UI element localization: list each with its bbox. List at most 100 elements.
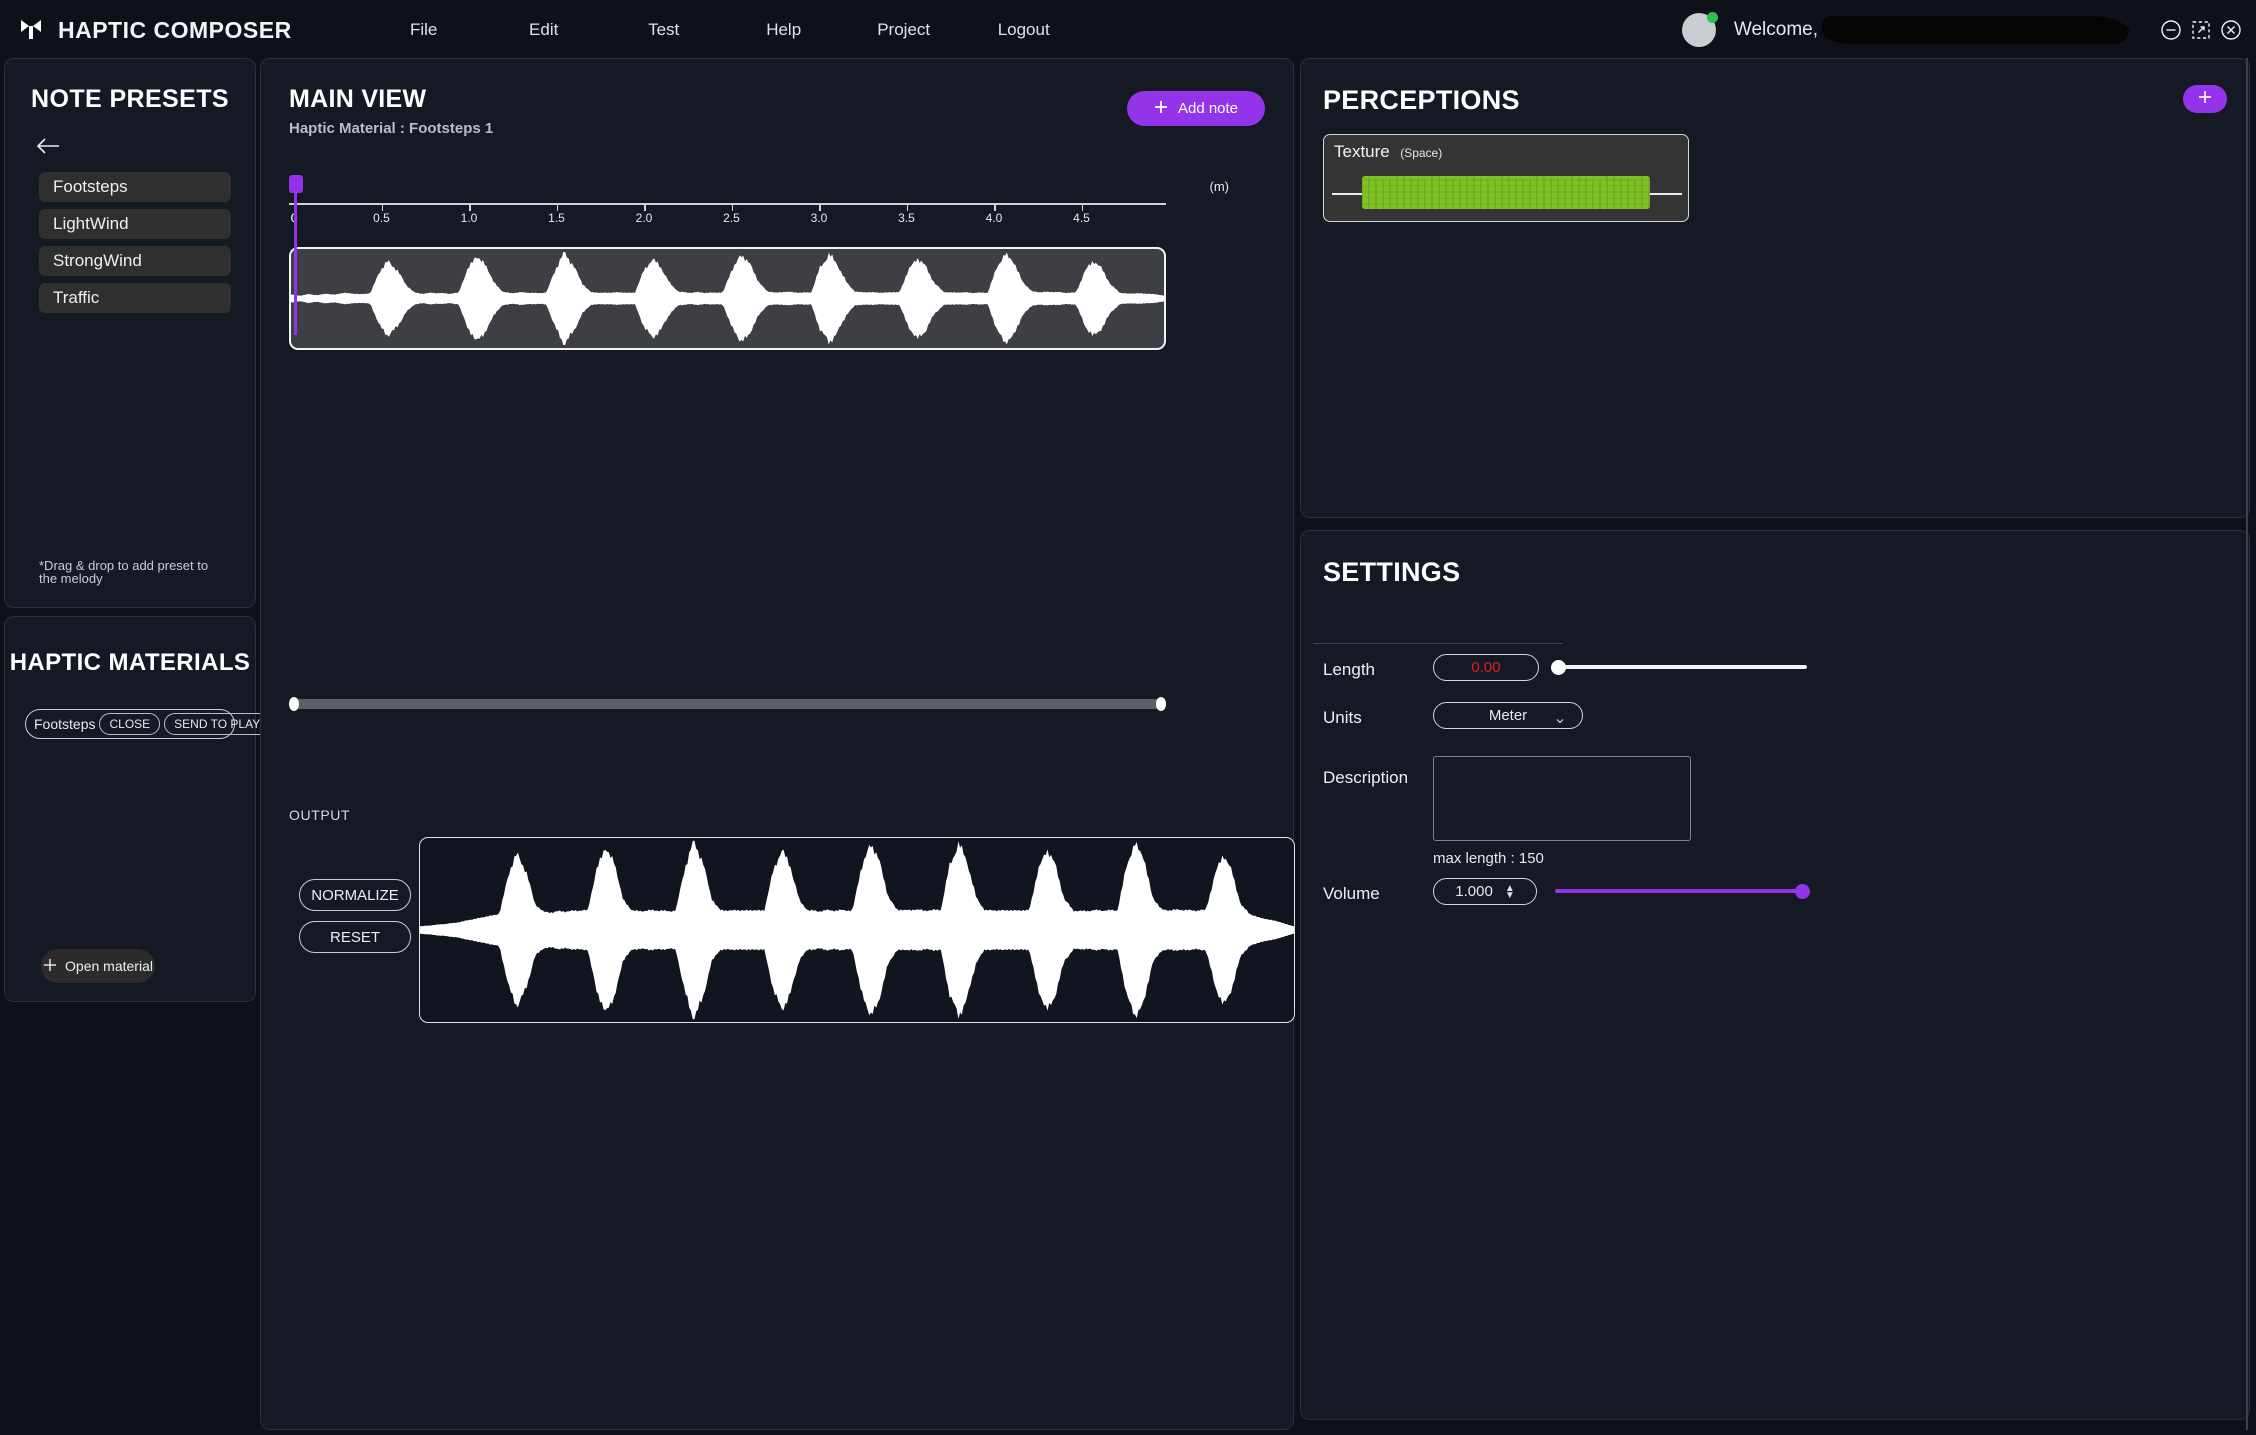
settings-title: SETTINGS bbox=[1323, 557, 1461, 587]
waveform-path bbox=[420, 840, 1294, 1020]
close-icon[interactable] bbox=[2220, 19, 2242, 41]
timeline-ruler[interactable]: 00.51.01.52.02.53.03.54.04.5 (m) 0 bbox=[289, 175, 1265, 335]
output-section-label: OUTPUT bbox=[289, 807, 351, 823]
ruler-tick-label: 4.5 bbox=[1073, 211, 1090, 225]
header-right-cluster: Welcome, bbox=[1681, 0, 2256, 60]
material-name: Footsteps bbox=[34, 716, 96, 732]
ruler-tick bbox=[994, 203, 996, 211]
normalize-button[interactable]: NORMALIZE bbox=[299, 879, 411, 911]
ruler-tick-label: 2.5 bbox=[723, 211, 740, 225]
plus-icon bbox=[43, 958, 57, 975]
welcome-message: Welcome, bbox=[1734, 17, 2124, 43]
haptic-material-row: Footsteps CLOSE SEND TO PLAYER bbox=[25, 709, 287, 739]
ruler-tick bbox=[469, 203, 471, 211]
haptic-materials-panel: HAPTIC MATERIALS Footsteps CLOSE SEND TO… bbox=[4, 616, 287, 1002]
perception-domain: (Space) bbox=[1400, 146, 1443, 160]
ruler-tick bbox=[906, 203, 908, 211]
plus-icon bbox=[1154, 100, 1168, 118]
perception-value-bar[interactable] bbox=[1362, 176, 1650, 209]
left-sidebar: NOTE PRESETS Footsteps LightWind StrongW… bbox=[4, 58, 287, 1002]
main-view-panel: MAIN VIEW Haptic Material : Footsteps 1 … bbox=[260, 58, 1295, 1430]
drag-drop-hint: *Drag & drop to add preset to the melody bbox=[39, 558, 209, 586]
volume-stepper[interactable]: 1.000 ▲ ▼ bbox=[1433, 878, 1537, 905]
perceptions-panel: PERCEPTIONS Texture (Space) bbox=[1300, 58, 2250, 518]
perception-card-texture[interactable]: Texture (Space) bbox=[1323, 134, 1689, 222]
ruler-baseline bbox=[289, 203, 1166, 205]
perceptions-title: PERCEPTIONS bbox=[1323, 85, 1520, 115]
menu-item-file[interactable]: File bbox=[364, 14, 484, 46]
plus-icon bbox=[2197, 89, 2213, 110]
menu-item-test[interactable]: Test bbox=[604, 14, 724, 46]
username-redacted bbox=[1824, 17, 2124, 43]
ruler-tick bbox=[1081, 203, 1083, 211]
ruler-tick-label: 0.5 bbox=[373, 211, 390, 225]
open-material-label: Open material bbox=[65, 958, 153, 974]
volume-slider-track[interactable] bbox=[1555, 889, 1807, 893]
note-presets-title: NOTE PRESETS bbox=[31, 85, 229, 113]
ruler-tick-label: 1.0 bbox=[460, 211, 478, 225]
timeline-zoom-range-slider[interactable] bbox=[289, 697, 1166, 711]
note-preset-strongwind[interactable]: StrongWind bbox=[39, 246, 231, 276]
note-preset-traffic[interactable]: Traffic bbox=[39, 283, 231, 313]
spinner-down-arrow[interactable]: ▼ bbox=[1505, 890, 1515, 900]
units-label: Units bbox=[1323, 708, 1362, 727]
add-note-button[interactable]: Add note bbox=[1127, 91, 1265, 126]
ruler-tick-label: 2.0 bbox=[635, 211, 653, 225]
app-header: HAPTIC COMPOSER File Edit Test Help Proj… bbox=[0, 0, 2256, 60]
spinner-arrows-icon[interactable]: ▲ ▼ bbox=[1505, 883, 1515, 900]
online-status-dot bbox=[1706, 12, 1718, 23]
zoom-slider-track[interactable] bbox=[289, 699, 1166, 709]
avatar[interactable] bbox=[1681, 12, 1718, 47]
main-waveform-display[interactable] bbox=[289, 247, 1166, 350]
main-view-subtitle: Haptic Material : Footsteps 1 bbox=[289, 120, 494, 137]
volume-slider-knob[interactable] bbox=[1795, 884, 1810, 899]
ruler-tick bbox=[731, 203, 733, 211]
menu-item-project[interactable]: Project bbox=[844, 14, 964, 46]
add-perception-button[interactable] bbox=[2183, 85, 2227, 113]
ruler-tick-label: 4.0 bbox=[985, 211, 1003, 225]
ruler-tick-label: 3.5 bbox=[898, 211, 915, 225]
app-title: HAPTIC COMPOSER bbox=[58, 16, 292, 43]
ruler-tick-label: 1.5 bbox=[548, 211, 565, 225]
description-label: Description bbox=[1323, 768, 1409, 787]
chevron-down-icon bbox=[1556, 711, 1564, 728]
right-edge-divider bbox=[2246, 58, 2248, 1430]
output-waveform-display[interactable] bbox=[419, 837, 1295, 1023]
note-preset-lightwind[interactable]: LightWind bbox=[39, 209, 231, 239]
menu-item-edit[interactable]: Edit bbox=[484, 14, 604, 46]
units-select[interactable]: Meter bbox=[1433, 702, 1583, 729]
note-preset-footsteps[interactable]: Footsteps bbox=[39, 172, 231, 202]
length-slider-track[interactable] bbox=[1555, 665, 1807, 669]
ruler-tick bbox=[556, 203, 558, 211]
minimize-icon[interactable] bbox=[2160, 19, 2182, 41]
waveform-path bbox=[291, 251, 1164, 346]
menu-item-help[interactable]: Help bbox=[724, 14, 844, 46]
ruler-tick-label: 3.0 bbox=[810, 211, 828, 225]
reset-button[interactable]: RESET bbox=[299, 921, 411, 953]
length-input[interactable]: 0.00 bbox=[1433, 654, 1539, 681]
units-value: Meter bbox=[1488, 707, 1528, 724]
ruler-unit-label: (m) bbox=[1209, 179, 1230, 194]
description-max-length: max length : 150 bbox=[1433, 850, 1544, 867]
description-textarea[interactable] bbox=[1433, 756, 1691, 841]
ruler-tick bbox=[819, 203, 821, 211]
butterfly-logo-icon bbox=[18, 17, 44, 43]
volume-label: Volume bbox=[1323, 884, 1380, 903]
material-close-button[interactable]: CLOSE bbox=[99, 713, 161, 735]
main-waveform-svg bbox=[291, 251, 1164, 346]
zoom-slider-handle-right[interactable] bbox=[1156, 697, 1166, 711]
zoom-slider-handle-left[interactable] bbox=[289, 697, 299, 711]
note-presets-panel: NOTE PRESETS Footsteps LightWind StrongW… bbox=[4, 58, 256, 608]
perception-name: Texture bbox=[1334, 142, 1390, 161]
ruler-tick bbox=[381, 203, 383, 211]
window-controls bbox=[2160, 19, 2242, 41]
length-label: Length bbox=[1323, 660, 1375, 679]
haptic-materials-title: HAPTIC MATERIALS bbox=[9, 649, 251, 676]
welcome-label: Welcome, bbox=[1733, 19, 1818, 41]
length-slider-knob[interactable] bbox=[1551, 660, 1566, 675]
note-preset-list: Footsteps LightWind StrongWind Traffic bbox=[5, 172, 255, 313]
open-material-button[interactable]: Open material bbox=[41, 949, 155, 983]
back-arrow-icon[interactable] bbox=[35, 136, 61, 156]
menu-item-logout[interactable]: Logout bbox=[964, 14, 1084, 46]
restore-icon[interactable] bbox=[2190, 19, 2212, 41]
